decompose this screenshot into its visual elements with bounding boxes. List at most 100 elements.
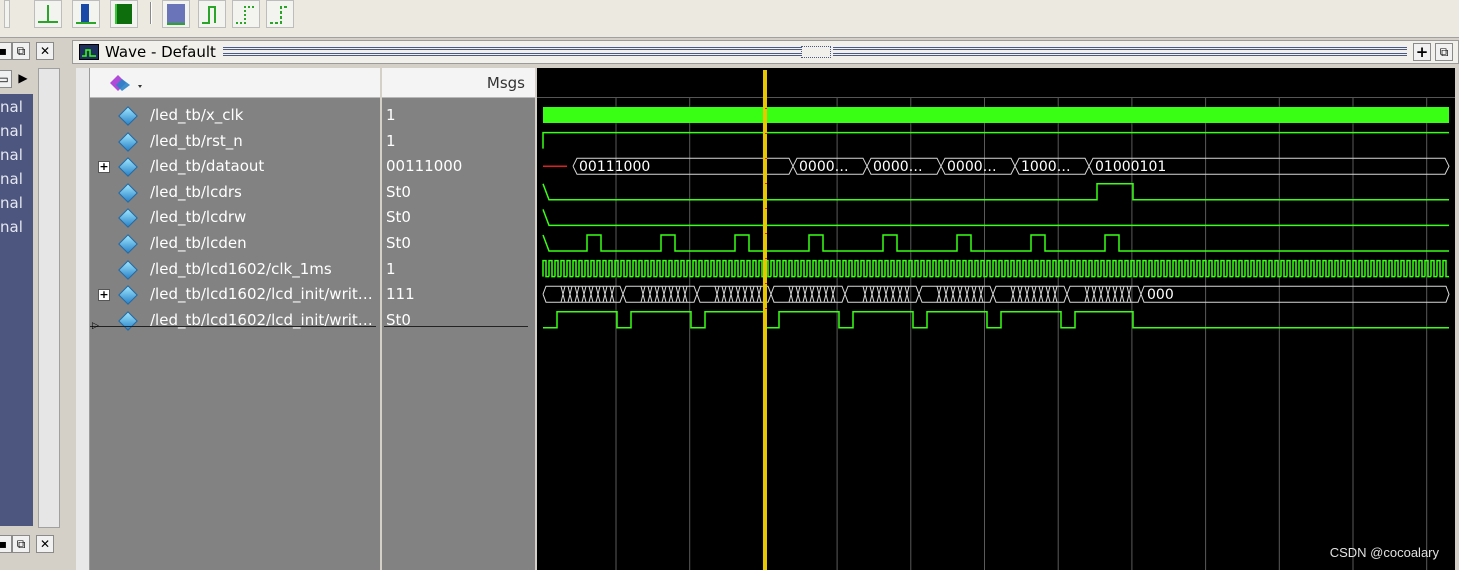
signal-name[interactable]: /led_tb/lcdrw [150, 208, 246, 226]
value-pane: Msgs 1 1 00111000 St0 St0 St0 1 111 St0 [382, 68, 535, 570]
lcden-wave [542, 234, 1449, 252]
name-column-header [90, 68, 380, 98]
panel-scroll-right-icon[interactable]: ▶ [14, 70, 32, 88]
panel-close-icon[interactable]: ✕ [36, 42, 54, 60]
wave-window-icon [79, 44, 99, 60]
expand-toggle-icon[interactable]: + [98, 161, 110, 174]
writ-bus-transitions [788, 286, 836, 303]
signal-name[interactable]: /led_tb/lcd1602/lcd_init/writ… [150, 285, 373, 303]
wave-step-button-icon[interactable] [198, 0, 226, 28]
titlebar-grip [223, 47, 801, 50]
wave-pattern-button-icon[interactable] [162, 0, 190, 28]
wave-titlebar[interactable]: Wave - Default + ⧉ [72, 40, 1459, 64]
signal-diamond-icon [118, 259, 138, 280]
waveform-canvas[interactable]: 00111000 0000… 0000… 0000… 1000… 01000101 000 [537, 68, 1455, 570]
insertion-marker-icon: ▷ [92, 321, 99, 331]
writ-bus-transitions [1084, 286, 1132, 303]
writ-bus-transitions [1010, 286, 1058, 303]
undock-icon[interactable]: ⧉ [1435, 43, 1453, 61]
signal-tools-icon[interactable] [108, 73, 146, 97]
titlebar-grip [223, 53, 801, 56]
signal-diamond-icon [118, 234, 138, 254]
panel2-minimize-icon[interactable]: ▪ [0, 535, 12, 553]
list-item[interactable]: nal [0, 122, 23, 140]
wave-bar-button-icon[interactable] [72, 0, 100, 28]
dataout-label: 1000… [1021, 159, 1071, 175]
signal-name-pane: /led_tb/x_clk/led_tb/rst_n + /led_tb/datao… [90, 68, 380, 570]
signal-diamond-icon [118, 208, 138, 229]
signal-diamond-icon [118, 157, 138, 178]
wave-dotted-step-button-icon[interactable] [232, 0, 260, 28]
toolbar-separator [150, 2, 152, 24]
writ-bus-transitions [714, 286, 762, 303]
titlebar-drag-handle[interactable] [801, 46, 831, 58]
writ-strobe-wave [543, 311, 1449, 329]
x-clk-wave [543, 107, 1449, 123]
msgs-label: Msgs [486, 74, 525, 92]
wave-fill-button-icon[interactable] [110, 0, 138, 28]
insertion-line [384, 326, 528, 327]
wave-edge-button-icon[interactable] [266, 0, 294, 28]
wave-window-title: Wave - Default [105, 43, 216, 61]
signal-diamond-icon [118, 285, 138, 306]
msgs-column-header: Msgs [382, 68, 535, 98]
titlebar-grip [833, 53, 1407, 56]
writ-bus-segment [1140, 285, 1450, 303]
add-pane-icon[interactable]: + [1413, 43, 1431, 61]
time-cursor [763, 70, 767, 570]
panel2-dock-icon[interactable]: ⧉ [12, 535, 30, 553]
toolbar-grip [4, 0, 10, 28]
list-item[interactable]: nal [0, 98, 23, 116]
panel2-close-icon[interactable]: ✕ [36, 535, 54, 553]
panel-tab-icon[interactable]: ▭ [0, 70, 12, 88]
signal-name[interactable]: /led_tb/lcdrs [150, 183, 242, 201]
left-panel-scrollbar[interactable] [38, 68, 60, 528]
insertion-line [90, 326, 376, 327]
dataout-label: 01000101 [1095, 159, 1166, 175]
dataout-label: 0000… [799, 159, 849, 175]
panel-minimize-icon[interactable]: ▪ [0, 42, 12, 60]
lcdrs-wave [542, 183, 1449, 201]
signal-value: 1 [386, 131, 396, 150]
signal-value: 111 [386, 285, 415, 304]
titlebar-grip [833, 47, 1407, 50]
wave-left-edge [76, 68, 90, 570]
signal-diamond-icon [118, 106, 138, 126]
signal-name[interactable]: /led_tb/lcd1602/clk_1ms [150, 260, 332, 278]
waveform-pane[interactable]: 00111000 0000… 0000… 0000… 1000… 01000101 000 … [537, 68, 1455, 570]
wave-window: Wave - Default + ⧉ /led_tb/x_clk/led_tb/… [72, 38, 1459, 570]
signal-value: 00111000 [386, 157, 463, 176]
dataout-label: 0000… [947, 159, 997, 175]
left-dock-panel: ▪ ⧉ ✕ ▭ ▶ nal nal nal nal nal nal ▪ ⧉ ✕ [0, 38, 64, 570]
signal-value: 1 [386, 259, 396, 278]
writ-bus-transitions [936, 286, 984, 303]
writ-bus-transitions [640, 286, 688, 303]
list-item[interactable]: nal [0, 146, 23, 164]
signal-name[interactable]: /led_tb/lcden [150, 234, 247, 252]
writ-bus-transitions [560, 286, 615, 303]
signal-name[interactable]: /led_tb/x_clk [150, 106, 243, 124]
signal-name[interactable]: /led_tb/rst_n [150, 132, 243, 150]
signal-value: St0 [386, 182, 411, 201]
toolbar [0, 0, 1459, 38]
left-panel-list: nal nal nal nal nal nal [0, 94, 33, 526]
signal-value: St0 [386, 234, 411, 252]
lcdrw-wave [542, 209, 1449, 227]
dataout-label: 0000… [873, 159, 923, 175]
writ-bus-label: 000 [1147, 287, 1174, 303]
expand-toggle-icon[interactable]: + [98, 289, 110, 302]
list-item[interactable]: nal [0, 194, 23, 212]
writ-bus-transitions [862, 286, 910, 303]
clk-1ms-wave [542, 259, 1449, 278]
panel-dock-icon[interactable]: ⧉ [12, 42, 30, 60]
signal-diamond-icon [118, 131, 138, 152]
credit-watermark: CSDN @cocoalary [1329, 545, 1439, 560]
list-item[interactable]: nal [0, 170, 23, 188]
dataout-label: 00111000 [579, 159, 650, 175]
signal-name[interactable]: /led_tb/dataout [150, 157, 264, 175]
signal-diamond-icon [118, 182, 138, 203]
wave-low-button-icon[interactable] [34, 0, 62, 28]
rst-n-wave [542, 131, 1449, 149]
signal-diamond-icon [118, 310, 138, 331]
list-item[interactable]: nal [0, 218, 23, 236]
